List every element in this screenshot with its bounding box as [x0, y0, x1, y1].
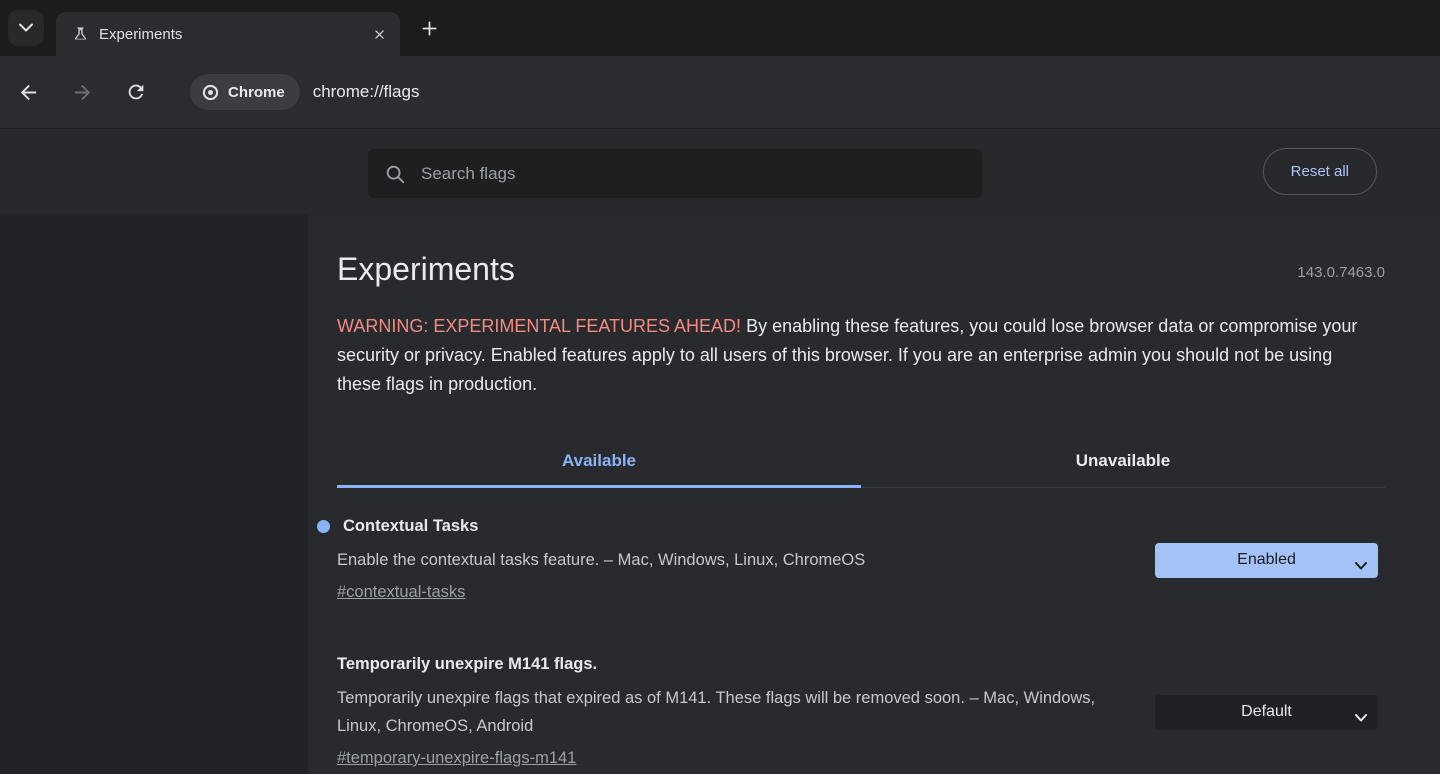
flag-permalink[interactable]: #contextual-tasks: [337, 578, 465, 606]
chrome-logo-icon: [201, 83, 220, 102]
chevron-down-icon: [1355, 557, 1367, 575]
chevron-down-icon: [1355, 709, 1367, 727]
chip-label: Chrome: [228, 84, 285, 101]
tab-title: Experiments: [99, 26, 366, 43]
omnibox-url[interactable]: chrome://flags: [313, 82, 420, 102]
experiments-panel: Experiments 143.0.7463.0 WARNING: EXPERI…: [308, 214, 1440, 774]
flag-info: Temporarily unexpire M141 flags. Tempora…: [337, 652, 1155, 772]
reload-button[interactable]: [116, 72, 156, 112]
warning-highlight: WARNING: EXPERIMENTAL FEATURES AHEAD!: [337, 316, 741, 336]
browser-toolbar: Chrome chrome://flags: [0, 56, 1440, 128]
tab-experiments[interactable]: Experiments: [56, 12, 400, 56]
flag-row-unexpire-m141: Temporarily unexpire M141 flags. Tempora…: [337, 652, 1440, 772]
tab-strip: Experiments: [0, 0, 1440, 56]
back-button[interactable]: [8, 72, 48, 112]
experiments-header: Experiments 143.0.7463.0: [337, 248, 1440, 290]
flag-permalink[interactable]: #temporary-unexpire-flags-m141: [337, 744, 576, 772]
forward-arrow-icon: [71, 81, 94, 104]
browser-version: 143.0.7463.0: [1297, 264, 1385, 281]
flags-tabs: Available Unavailable: [337, 439, 1385, 488]
tab-close-button[interactable]: [366, 21, 392, 47]
flag-description: Temporarily unexpire flags that expired …: [337, 684, 1115, 740]
search-icon: [384, 163, 406, 185]
new-tab-button[interactable]: [412, 11, 446, 45]
reload-icon: [125, 81, 147, 103]
flask-icon: [72, 26, 89, 43]
page-title: Experiments: [337, 248, 515, 290]
flag-info: Contextual Tasks Enable the contextual t…: [337, 514, 1155, 606]
search-flags-box[interactable]: [368, 149, 982, 198]
browser-window: Experiments: [0, 0, 1440, 774]
reset-all-button[interactable]: Reset all: [1263, 148, 1377, 195]
flag-value-select[interactable]: Default: [1155, 695, 1378, 730]
close-icon: [371, 26, 388, 43]
flag-select-value: Enabled: [1237, 551, 1296, 569]
flag-name: Temporarily unexpire M141 flags.: [337, 652, 597, 676]
forward-button[interactable]: [62, 72, 102, 112]
back-arrow-icon: [17, 81, 40, 104]
flag-select-value: Default: [1241, 703, 1292, 721]
flag-value-select[interactable]: Enabled: [1155, 543, 1378, 578]
site-info-chip[interactable]: Chrome: [190, 74, 300, 110]
search-flags-input[interactable]: [421, 164, 966, 184]
flags-page-header: Reset all: [0, 128, 1440, 214]
flag-description: Enable the contextual tasks feature. – M…: [337, 546, 1115, 574]
tab-available[interactable]: Available: [337, 439, 861, 487]
flag-row-contextual-tasks: Contextual Tasks Enable the contextual t…: [337, 514, 1440, 606]
page-content: Experiments 143.0.7463.0 WARNING: EXPERI…: [0, 214, 1440, 774]
tab-unavailable[interactable]: Unavailable: [861, 439, 1385, 487]
flag-name: Contextual Tasks: [343, 514, 478, 538]
modified-flag-dot: [317, 520, 330, 533]
plus-icon: [419, 18, 440, 39]
left-gutter: [0, 214, 308, 774]
tab-search-button[interactable]: [8, 10, 44, 46]
chevron-down-icon: [19, 19, 33, 37]
warning-text: WARNING: EXPERIMENTAL FEATURES AHEAD! By…: [337, 312, 1372, 399]
